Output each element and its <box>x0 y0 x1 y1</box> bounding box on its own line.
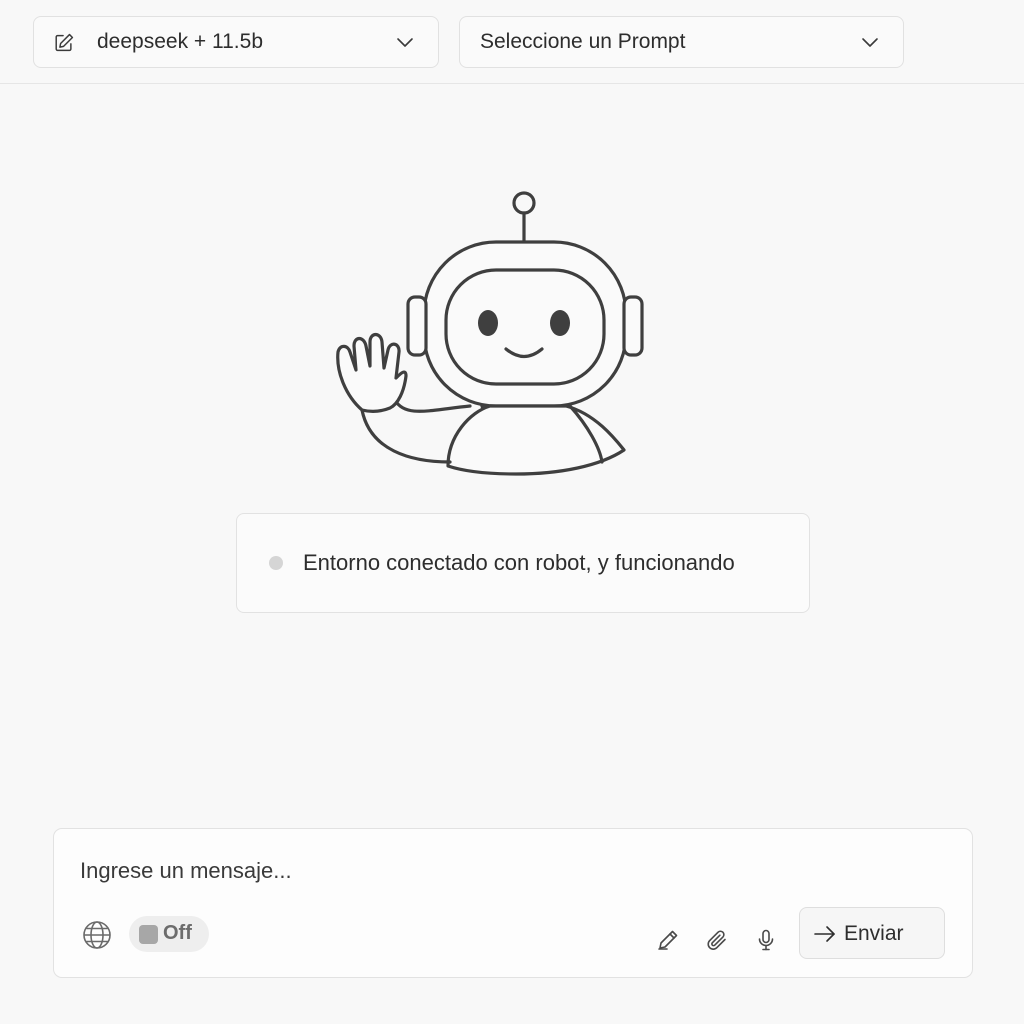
robot-eye <box>478 310 498 336</box>
paperclip-icon[interactable] <box>705 928 729 952</box>
chevron-down-icon <box>862 38 878 47</box>
prompt-selector-value: Seleccione un Prompt <box>480 30 686 53</box>
send-button-label: Enviar <box>844 922 904 945</box>
arrow-right-icon <box>814 926 835 942</box>
robot-body <box>446 404 626 476</box>
toggle-label: Off <box>163 922 192 944</box>
robot-illustration <box>336 191 644 476</box>
chevron-down-icon <box>397 38 413 47</box>
message-composer: Off Enviar <box>53 828 973 978</box>
robot-antenna <box>512 191 536 215</box>
globe-icon[interactable] <box>82 920 112 950</box>
edit-icon <box>55 33 74 52</box>
top-bar: deepseek + 11.5b Seleccione un Prompt <box>0 0 1024 84</box>
toggle-knob <box>139 925 158 944</box>
web-search-toggle[interactable]: Off <box>129 916 209 952</box>
message-input[interactable] <box>80 855 780 887</box>
model-selector-value: deepseek + 11.5b <box>97 30 264 53</box>
status-text: Entorno conectado con robot, y funcionan… <box>303 550 735 575</box>
status-indicator-dot <box>269 556 283 570</box>
robot-head <box>422 240 628 408</box>
robot-eye <box>550 310 570 336</box>
prompt-selector[interactable]: Seleccione un Prompt <box>459 16 904 68</box>
status-card: Entorno conectado con robot, y funcionan… <box>236 513 810 613</box>
robot-hand <box>336 332 408 413</box>
model-selector[interactable]: deepseek + 11.5b <box>33 16 439 68</box>
microphone-icon[interactable] <box>754 928 778 952</box>
pencil-icon[interactable] <box>656 928 680 952</box>
send-button[interactable]: Enviar <box>799 907 945 959</box>
